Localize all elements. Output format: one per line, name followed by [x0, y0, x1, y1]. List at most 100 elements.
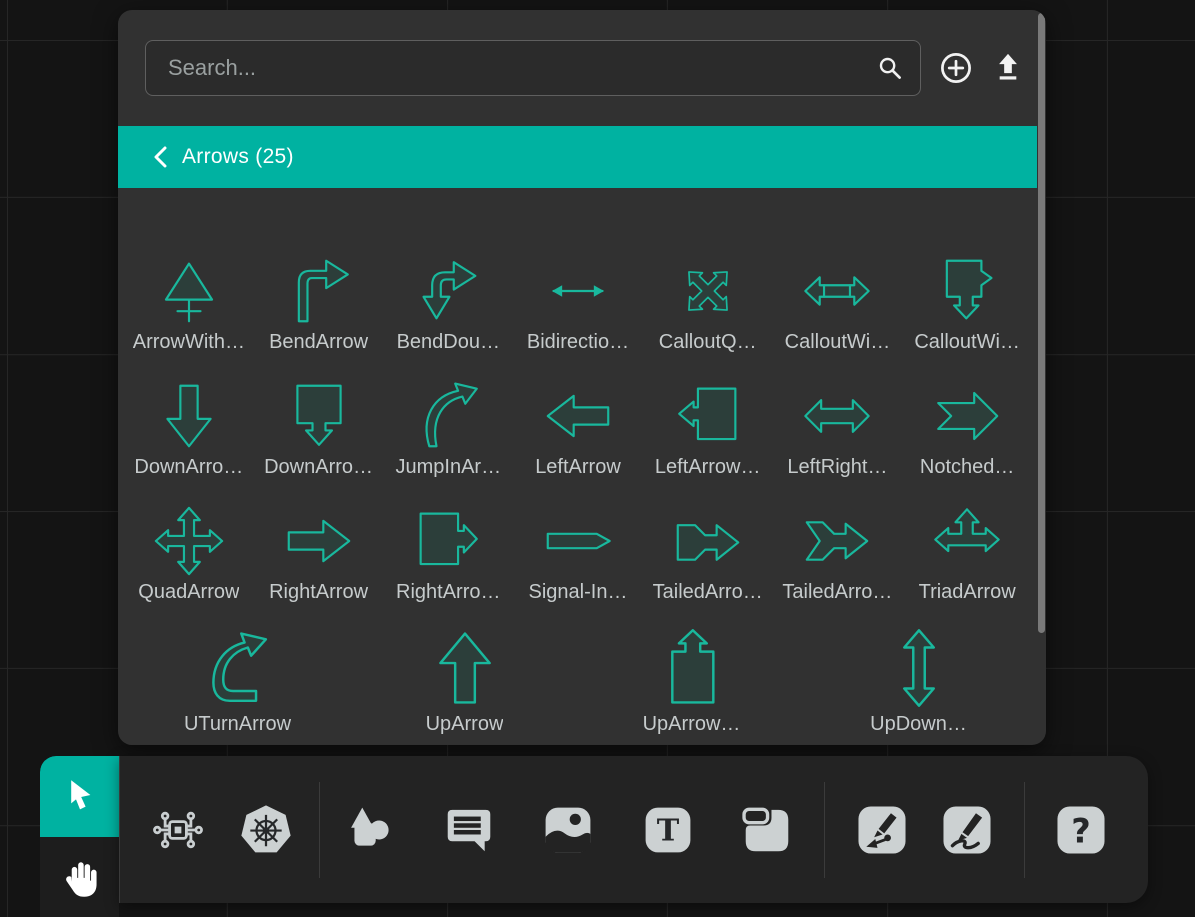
shapes-icon [341, 802, 397, 858]
shape-label: LeftArrow… [655, 452, 761, 482]
bidirectional-arrow-shape [542, 235, 614, 327]
shape-item[interactable]: Signal-In… [513, 482, 643, 607]
search-input-wrap [145, 40, 921, 96]
shape-item[interactable]: BendArrow [254, 232, 384, 357]
cursor-icon [60, 777, 100, 817]
triad-arrow-shape [931, 485, 1003, 577]
shape-item[interactable]: RightArrow [254, 482, 384, 607]
up-arrow-shape [424, 617, 506, 709]
notched-right-arrow-shape [931, 360, 1003, 452]
shape-label: JumpInAr… [395, 452, 501, 482]
shape-item[interactable]: LeftArrow… [643, 357, 773, 482]
panel-scrollbar[interactable] [1038, 13, 1045, 633]
shape-label: DownArro… [264, 452, 373, 482]
kubernetes-library-button[interactable] [238, 802, 294, 858]
shape-item[interactable]: UpDown… [805, 611, 1032, 739]
jump-in-arrow-shape [412, 360, 484, 452]
shape-item[interactable]: RightArro… [383, 482, 513, 607]
left-right-arrow-shape [801, 360, 873, 452]
draw-edge-tool-button[interactable] [854, 802, 910, 858]
circuit-icon [150, 802, 206, 858]
signal-in-shape [542, 485, 614, 577]
hand-icon [57, 854, 103, 900]
shape-grid-last-row: UTurnArrow UpArrow UpArrow… UpDown… [118, 611, 1038, 739]
callout-left-right-arrow-shape [801, 235, 873, 327]
back-chevron-icon [152, 146, 168, 168]
text-tool-button[interactable]: T [640, 802, 696, 858]
down-arrow-callout-shape [283, 360, 355, 452]
shape-label: Bidirectio… [527, 327, 629, 357]
select-tool-button[interactable] [40, 756, 119, 837]
shape-item[interactable]: QuadArrow [124, 482, 254, 607]
pencil-scribble-icon [939, 802, 995, 858]
shape-item[interactable]: DownArro… [124, 357, 254, 482]
shape-item[interactable]: Notched… [902, 357, 1032, 482]
quad-arrow-shape [153, 485, 225, 577]
shape-item[interactable]: LeftArrow [513, 357, 643, 482]
shape-item[interactable]: TriadArrow [902, 482, 1032, 607]
add-library-button[interactable] [939, 51, 973, 85]
bend-arrow-shape [283, 235, 355, 327]
shape-item[interactable]: JumpInAr… [383, 357, 513, 482]
shape-label: UTurnArrow [184, 709, 291, 739]
up-arrow-callout-shape [651, 617, 733, 709]
freehand-tool-button[interactable] [939, 802, 995, 858]
shape-item[interactable]: UpArrow… [578, 611, 805, 739]
shapes-library-button[interactable] [341, 802, 397, 858]
image-tool-button[interactable] [540, 802, 596, 858]
shape-item[interactable]: LeftRight… [773, 357, 903, 482]
shape-label: CalloutQ… [659, 327, 757, 357]
u-turn-arrow-shape [197, 617, 279, 709]
shape-item[interactable]: CalloutWi… [902, 232, 1032, 357]
svg-text:T: T [657, 813, 680, 848]
search-input[interactable] [145, 40, 921, 96]
right-arrow-shape [283, 485, 355, 577]
shape-item[interactable]: UpArrow [351, 611, 578, 739]
shape-label: BendArrow [269, 327, 368, 357]
shape-grid: ArrowWith… BendArrow BendDou… Bidirectio… Ca… [118, 232, 1038, 607]
svg-text:?: ? [1071, 811, 1090, 850]
shape-item[interactable]: Bidirectio… [513, 232, 643, 357]
search-icon [875, 53, 905, 83]
left-arrow-callout-shape [672, 360, 744, 452]
circuit-library-button[interactable] [150, 802, 206, 858]
shape-label: QuadArrow [138, 577, 239, 607]
tailed-arrow-solid-shape [672, 485, 744, 577]
shape-label: DownArro… [134, 452, 243, 482]
shape-label: ArrowWith… [133, 327, 245, 357]
category-header[interactable]: Arrows (25) [118, 126, 1037, 188]
shape-item[interactable]: UTurnArrow [124, 611, 351, 739]
shape-item[interactable]: CalloutWi… [773, 232, 903, 357]
pan-tool-button[interactable] [40, 837, 119, 917]
shape-label: TailedArro… [653, 577, 763, 607]
note-tool-button[interactable] [739, 802, 795, 858]
upload-shape-button[interactable] [991, 51, 1025, 85]
shape-item[interactable]: DownArro… [254, 357, 384, 482]
note-icon [739, 802, 795, 858]
shape-label: RightArrow [269, 577, 368, 607]
shape-item[interactable]: ArrowWith… [124, 232, 254, 357]
shape-label: UpDown… [870, 709, 967, 739]
shape-label: TriadArrow [919, 577, 1016, 607]
plus-circle-icon [939, 51, 973, 85]
help-button[interactable]: ? [1053, 802, 1109, 858]
question-mark-icon: ? [1053, 802, 1109, 858]
toolbar-divider [824, 782, 825, 878]
comment-tool-button[interactable] [441, 802, 497, 858]
callout-down-arrow-shape [931, 235, 1003, 327]
pointer-tool-group [40, 756, 119, 917]
shape-item[interactable]: BendDou… [383, 232, 513, 357]
up-down-arrow-shape [878, 617, 960, 709]
toolbar-divider [319, 782, 320, 878]
shape-item[interactable]: TailedArro… [643, 482, 773, 607]
shape-item[interactable]: CalloutQ… [643, 232, 773, 357]
text-icon: T [640, 802, 696, 858]
shape-label: UpArrow [426, 709, 504, 739]
shape-label: RightArro… [396, 577, 500, 607]
left-arrow-shape [542, 360, 614, 452]
shape-label: Notched… [920, 452, 1015, 482]
search-row [118, 10, 1046, 96]
shape-label: CalloutWi… [785, 327, 891, 357]
shape-item[interactable]: TailedArro… [773, 482, 903, 607]
shape-label: CalloutWi… [914, 327, 1020, 357]
